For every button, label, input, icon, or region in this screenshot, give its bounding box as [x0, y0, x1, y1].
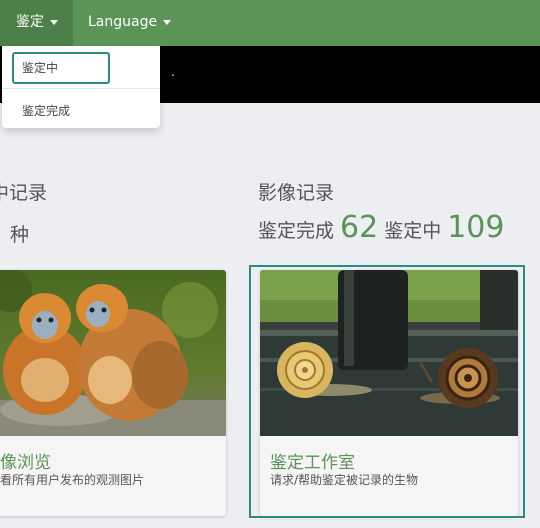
species-count-unit: 种: [10, 224, 30, 246]
image-records-stats: 鉴定完成 62 鉴定中 109: [258, 210, 510, 245]
card-description: 看所有用户发布的观测图片: [0, 473, 145, 487]
dropdown-item-pending[interactable]: 鉴定中: [12, 52, 110, 84]
pending-label: 鉴定中: [384, 220, 442, 242]
caret-down-icon: [50, 19, 58, 25]
dropdown-item-done[interactable]: 鉴定完成: [12, 95, 110, 127]
card-identification-studio[interactable]: 鉴定工作室 请求/帮助鉴定被记录的生物: [260, 270, 518, 516]
nav-identify-dropdown[interactable]: 鉴定: [0, 0, 73, 46]
done-count: 62: [340, 210, 379, 245]
dropdown-divider: [2, 88, 160, 89]
species-records-title: 中记录: [0, 182, 48, 204]
caret-down-icon: [163, 19, 172, 25]
banner-dot: [172, 74, 174, 76]
identify-dropdown-menu: 鉴定中 鉴定完成: [2, 46, 160, 128]
card-title: 像浏览: [0, 453, 51, 473]
image-records-title: 影像记录: [258, 182, 335, 204]
card-image-browse[interactable]: 像浏览 看所有用户发布的观测图片: [0, 270, 226, 516]
monkeys-photo: [0, 270, 226, 436]
snails-photo: [260, 270, 518, 436]
card-title: 鉴定工作室: [270, 453, 355, 473]
nav-language-dropdown[interactable]: Language: [88, 0, 172, 46]
card-description: 请求/帮助鉴定被记录的生物: [270, 473, 419, 487]
nav-identify-label: 鉴定: [16, 14, 44, 30]
top-navbar: 鉴定 Language: [0, 0, 540, 46]
done-label: 鉴定完成: [258, 220, 335, 242]
pending-count: 109: [447, 210, 505, 245]
nav-language-label: Language: [88, 14, 158, 30]
